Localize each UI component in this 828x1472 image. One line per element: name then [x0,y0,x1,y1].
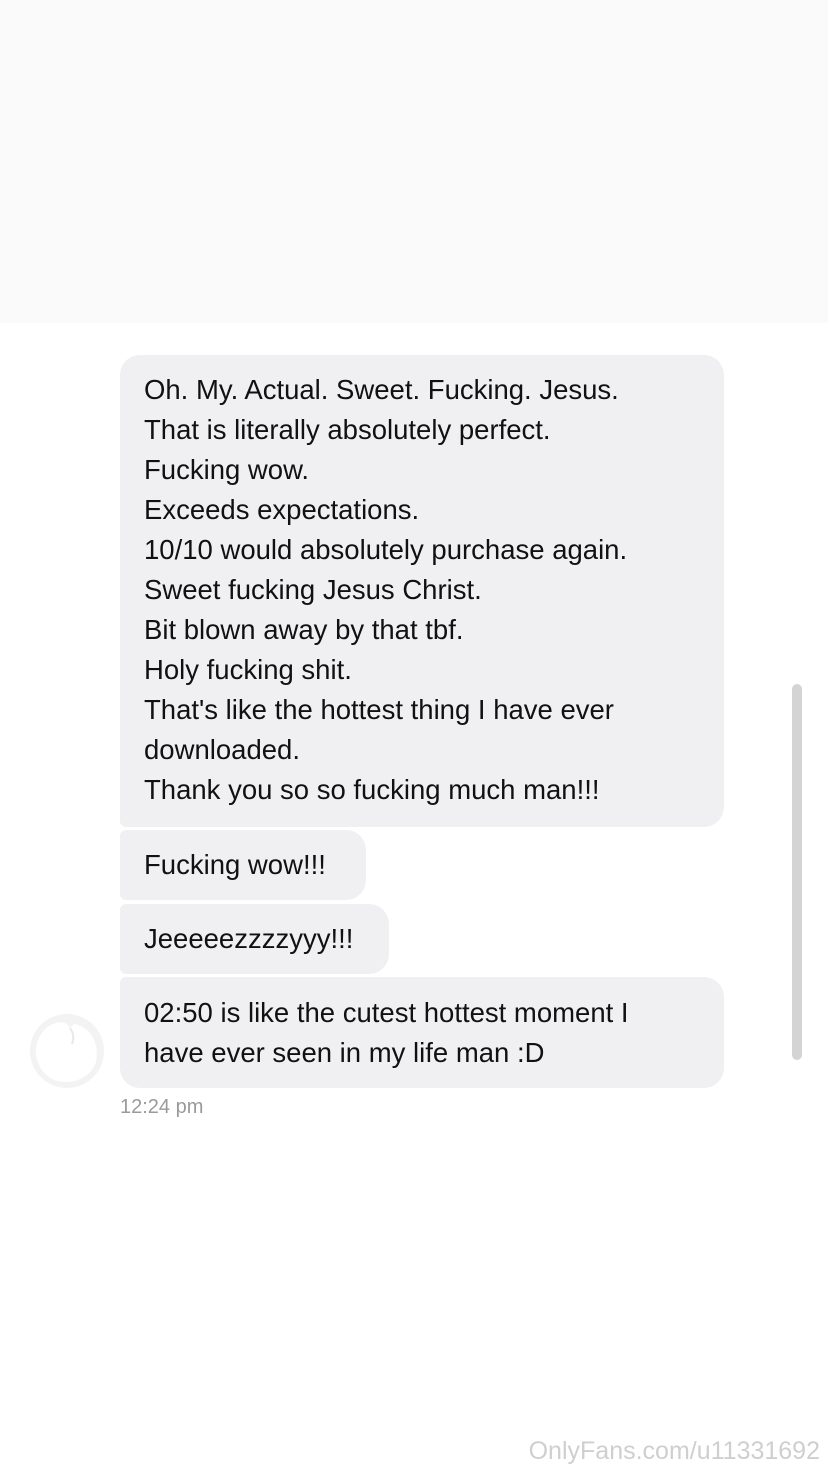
message-line: Fucking wow!!! [144,849,326,880]
message-line: Fucking wow. [144,454,310,485]
bottom-blank-area [0,1192,828,1472]
message-line: Sweet fucking Jesus Christ. [144,574,482,605]
message-line: Exceeds expectations. [144,494,420,525]
message-bubble[interactable]: Jeeeeezzzzyyy!!! [120,904,389,974]
message-line: That is literally absolutely perfect. [144,414,551,445]
message-line: Holy fucking shit. [144,654,352,685]
message-line: That's like the hottest thing I have eve… [144,694,614,725]
message-line: have ever seen in my life man :D [144,1037,545,1068]
message-line: Thank you so so fucking much man!!! [144,774,600,805]
watermark: OnlyFans.com/u11331692 [528,1437,820,1465]
message-line: Jeeeeezzzzyyy!!! [144,923,354,954]
message-line: 02:50 is like the cutest hottest moment … [144,997,629,1028]
message-bubble[interactable]: Fucking wow!!! [120,830,366,900]
message-bubble[interactable]: Oh. My. Actual. Sweet. Fucking. Jesus. T… [120,355,724,827]
message-line: downloaded. [144,734,300,765]
message-line: Oh. My. Actual. Sweet. Fucking. Jesus. [144,374,619,405]
message-bubble[interactable]: 02:50 is like the cutest hottest moment … [120,977,724,1088]
scrollbar-thumb[interactable] [792,684,802,1060]
message-line: 10/10 would absolutely purchase again. [144,534,628,565]
message-timestamp: 12:24 pm [120,1096,204,1118]
avatar-icon[interactable] [30,1014,104,1088]
top-blank-area [0,0,828,323]
message-line: Bit blown away by that tbf. [144,614,464,645]
